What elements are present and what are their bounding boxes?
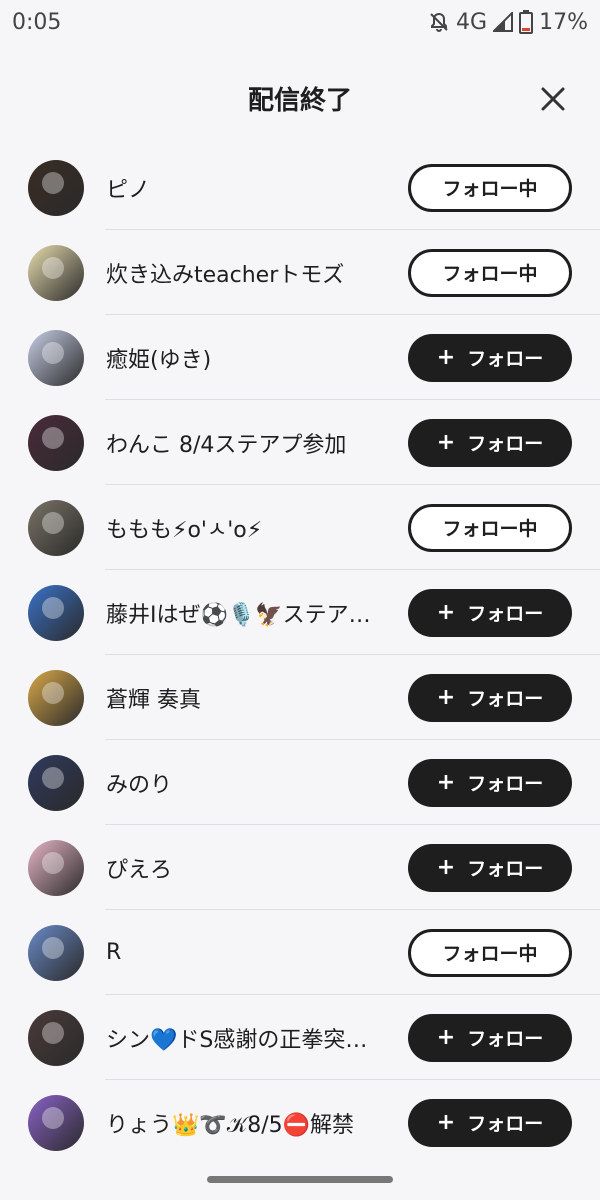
user-row[interactable]: R フォロー中 (0, 910, 600, 995)
user-row[interactable]: 藤井Iはぜ⚽️🎙️🦅ステア… + フォロー (0, 570, 600, 655)
user-name: 藤井Iはぜ⚽️🎙️🦅ステア… (106, 602, 371, 628)
avatar[interactable] (28, 584, 84, 641)
battery-level: 17% (539, 9, 588, 35)
user-name: 蒼輝 奏真 (106, 687, 201, 713)
user-list: ピノ フォロー中 炊き込みteacherトモズ フォロー中 癒姫(ゆき) + フォロー わんこ… (0, 145, 600, 1165)
header: 配信終了 (0, 62, 600, 134)
follow-button[interactable]: + フォロー (408, 1013, 572, 1062)
network-type: 4G (456, 9, 488, 35)
following-label: フォロー中 (442, 178, 538, 200)
plus-icon: + (436, 1025, 456, 1050)
following-button[interactable]: フォロー中 (408, 248, 572, 297)
following-button[interactable]: フォロー中 (408, 503, 572, 552)
user-name: ももも⚡o'ㅅ'o⚡ (106, 517, 263, 543)
avatar[interactable] (28, 1094, 84, 1151)
user-row[interactable]: 炊き込みteacherトモズ フォロー中 (0, 230, 600, 315)
follow-label: フォロー (467, 773, 544, 795)
status-time: 0:05 (12, 9, 62, 35)
avatar[interactable] (28, 1009, 84, 1066)
follow-button[interactable]: + フォロー (408, 843, 572, 892)
plus-icon: + (436, 430, 456, 455)
plus-icon: + (436, 855, 456, 880)
status-icons: 4G 17% (428, 10, 588, 35)
follow-label: フォロー (467, 433, 544, 455)
avatar[interactable] (28, 244, 84, 301)
following-label: フォロー中 (442, 263, 538, 285)
follow-label: フォロー (467, 688, 544, 710)
user-name: R (106, 940, 122, 965)
user-row[interactable]: りょう👑➰𝒦8/5⛔解禁 + フォロー (0, 1080, 600, 1165)
following-label: フォロー中 (442, 518, 538, 540)
plus-icon: + (436, 770, 456, 795)
follow-label: フォロー (467, 858, 544, 880)
follow-label: フォロー (467, 1028, 544, 1050)
follow-label: フォロー (467, 348, 544, 370)
avatar[interactable] (28, 669, 84, 726)
following-button[interactable]: フォロー中 (408, 928, 572, 977)
battery-icon (519, 10, 534, 34)
avatar[interactable] (28, 754, 84, 811)
follow-label: フォロー (467, 603, 544, 625)
user-name: わんこ 8/4ステアプ参加 (106, 432, 347, 458)
following-button[interactable]: フォロー中 (408, 163, 572, 212)
signal-icon (493, 12, 514, 32)
plus-icon: + (436, 1110, 456, 1135)
follow-button[interactable]: + フォロー (408, 673, 572, 722)
follow-button[interactable]: + フォロー (408, 418, 572, 467)
user-name: ぴえろ (106, 857, 173, 883)
avatar[interactable] (28, 839, 84, 896)
page-title: 配信終了 (247, 85, 352, 116)
user-row[interactable]: みのり + フォロー (0, 740, 600, 825)
user-row[interactable]: ぴえろ + フォロー (0, 825, 600, 910)
user-row[interactable]: 癒姫(ゆき) + フォロー (0, 315, 600, 400)
following-label: フォロー中 (442, 943, 538, 965)
user-name: りょう👑➰𝒦8/5⛔解禁 (106, 1112, 355, 1138)
user-row[interactable]: ピノ フォロー中 (0, 145, 600, 230)
plus-icon: + (436, 685, 456, 710)
follow-button[interactable]: + フォロー (408, 333, 572, 382)
user-name: ピノ (106, 177, 151, 203)
avatar[interactable] (28, 499, 84, 556)
follow-button[interactable]: + フォロー (408, 588, 572, 637)
user-name: みのり (106, 772, 173, 798)
avatar[interactable] (28, 414, 84, 471)
follow-button[interactable]: + フォロー (408, 1098, 572, 1147)
home-indicator[interactable] (207, 1176, 393, 1183)
avatar[interactable] (28, 924, 84, 981)
user-name: 炊き込みteacherトモズ (106, 262, 345, 288)
follow-button[interactable]: + フォロー (408, 758, 572, 807)
user-name: シン💙ドS感謝の正拳突… (106, 1027, 368, 1053)
user-row[interactable]: わんこ 8/4ステアプ参加 + フォロー (0, 400, 600, 485)
user-row[interactable]: シン💙ドS感謝の正拳突… + フォロー (0, 995, 600, 1080)
avatar[interactable] (28, 159, 84, 216)
avatar[interactable] (28, 329, 84, 386)
plus-icon: + (436, 600, 456, 625)
notifications-off-icon (430, 12, 448, 32)
user-name: 癒姫(ゆき) (106, 347, 212, 373)
status-bar: 0:05 4G 17% (0, 0, 600, 44)
user-row[interactable]: ももも⚡o'ㅅ'o⚡ フォロー中 (0, 485, 600, 570)
follow-label: フォロー (467, 1113, 544, 1135)
user-row[interactable]: 蒼輝 奏真 + フォロー (0, 655, 600, 740)
close-icon[interactable] (538, 84, 568, 114)
plus-icon: + (436, 345, 456, 370)
